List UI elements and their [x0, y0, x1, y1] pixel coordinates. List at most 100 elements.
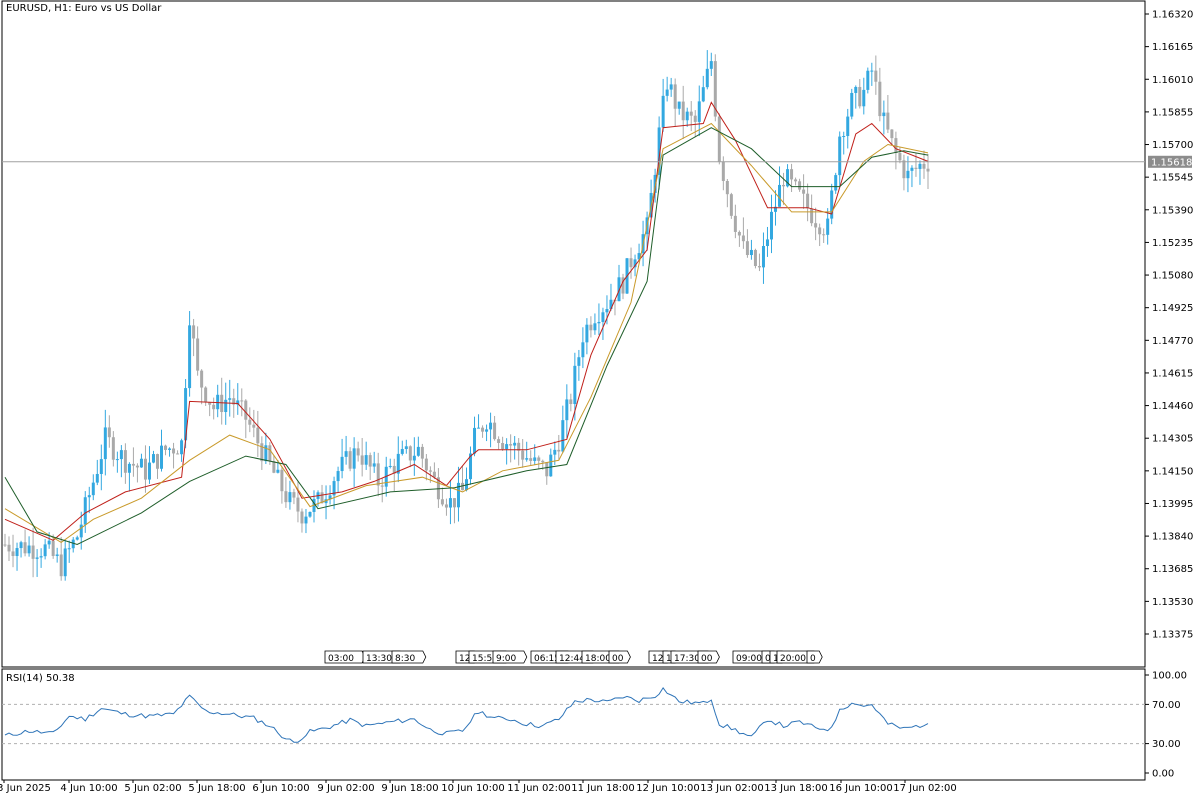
candle-body: [850, 92, 854, 117]
candle-body: [75, 537, 79, 540]
candle-body: [240, 400, 244, 402]
candle-body: [400, 449, 404, 454]
candle-body: [810, 208, 814, 224]
candle-body: [565, 399, 569, 421]
candle-body: [296, 497, 300, 512]
event-label: 18:00: [585, 654, 611, 664]
candle-body: [593, 323, 597, 331]
candle-body: [424, 458, 428, 471]
candle-body: [216, 394, 220, 410]
candle-body: [416, 446, 420, 456]
candle-body: [155, 454, 159, 469]
candle-body: [55, 554, 59, 556]
price-tick-label: 1.16010: [1152, 75, 1193, 86]
event-label: 09:00: [736, 654, 762, 664]
rsi-line: [4, 687, 929, 743]
event-label: 00: [612, 654, 624, 664]
time-tick-label: 9 Jun 18:00: [381, 783, 438, 794]
candle-body: [51, 540, 55, 556]
candle-body: [529, 458, 533, 461]
candle-body: [798, 181, 802, 190]
candle-body: [204, 387, 208, 403]
candle-body: [252, 424, 256, 428]
candle-body: [761, 246, 765, 268]
price-axis: 1.16320 1.16165 1.16010 1.15855 1.15700 1.155…: [1145, 10, 1193, 641]
price-tick-label: 1.14305: [1152, 434, 1193, 445]
candle-body: [729, 194, 733, 216]
candle-body: [244, 400, 248, 420]
candle-body: [553, 449, 557, 455]
candle-body: [605, 308, 609, 313]
candle-body: [778, 184, 782, 207]
candle-body: [549, 454, 553, 477]
candle-body: [188, 325, 192, 389]
candle-body: [513, 442, 517, 446]
candle-body: [521, 450, 525, 460]
time-tick-label: 17 Jun 02:00: [893, 783, 957, 794]
rsi-tick-label: 100.00: [1152, 671, 1187, 682]
candle-body: [11, 551, 15, 557]
candle-body: [765, 239, 769, 247]
candle-body: [308, 511, 312, 517]
candle-body: [826, 218, 830, 235]
candle-body: [23, 542, 27, 554]
candle-body: [693, 115, 697, 122]
candle-body: [43, 544, 47, 557]
candle-body: [119, 450, 123, 460]
candle-body: [31, 545, 35, 559]
time-tick-label: 13 Jun 18:00: [764, 783, 828, 794]
candle-body: [300, 511, 304, 524]
candle-body: [83, 497, 87, 525]
candle-body: [569, 399, 573, 405]
candle-body: [127, 463, 131, 473]
candle-body: [862, 89, 866, 107]
candle-body: [697, 101, 701, 122]
candle-body: [164, 445, 168, 450]
candle-body: [143, 458, 147, 480]
candle-body: [27, 545, 31, 554]
chart-canvas[interactable]: 1.16320 1.16165 1.16010 1.15855 1.15700 1.155…: [0, 0, 1200, 800]
time-tick-label: 12 Jun 10:00: [636, 783, 700, 794]
candle-body: [172, 448, 176, 454]
time-tick-label: 11 Jun 02:00: [507, 783, 571, 794]
candle-body: [444, 504, 448, 508]
candles: [3, 50, 930, 581]
event-label: 17:30: [674, 654, 700, 664]
event-markers: 03:00 13:30 8:30 12 15:569:00 06:15 12:44 18:00…: [324, 650, 823, 664]
candle-body: [882, 112, 886, 117]
time-tick-label: 9 Jun 02:00: [317, 783, 374, 794]
candle-body: [497, 439, 501, 443]
event-label: 03:00: [328, 654, 354, 664]
candle-body: [874, 70, 878, 82]
candle-body: [922, 163, 926, 169]
candle-body: [368, 455, 372, 467]
candle-body: [412, 455, 416, 461]
candle-body: [107, 427, 111, 438]
candle-body: [505, 444, 509, 450]
candle-body: [489, 422, 493, 430]
candle-body: [525, 458, 529, 460]
candle-body: [428, 470, 432, 472]
chart-window[interactable]: EURUSD, H1: Euro vs US Dollar RSI(14) 50…: [0, 0, 1200, 800]
candle-body: [581, 342, 585, 358]
candle-body: [220, 394, 224, 413]
candle-body: [224, 399, 228, 413]
candle-body: [898, 153, 902, 161]
price-tick-label: 1.13375: [1152, 630, 1193, 641]
candle-body: [248, 419, 252, 425]
candle-body: [268, 445, 272, 462]
candle-body: [131, 463, 135, 466]
candle-body: [561, 420, 565, 452]
candle-body: [741, 235, 745, 242]
candle-body: [272, 461, 276, 473]
candle-body: [681, 101, 685, 121]
time-tick-label: 16 Jun 10:00: [829, 783, 893, 794]
candle-body: [902, 160, 906, 179]
candle-body: [139, 458, 143, 468]
candle-body: [717, 116, 721, 162]
event-label: 0: [810, 654, 816, 664]
candle-body: [601, 312, 605, 322]
candle-body: [629, 258, 633, 268]
rsi-panel: 100.00 70.00 30.00 0.00: [2, 671, 1187, 780]
candle-body: [47, 540, 51, 545]
